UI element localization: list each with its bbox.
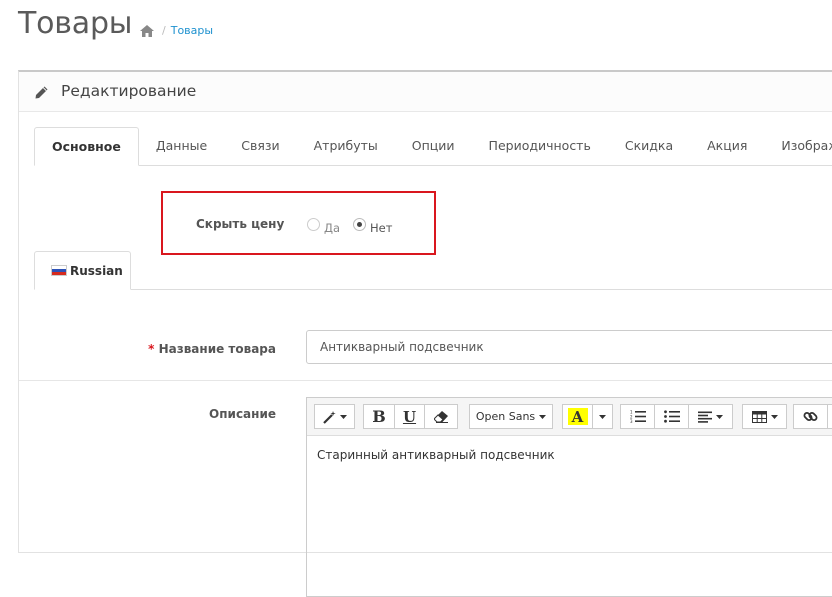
style-dropdown-button[interactable] [314,404,355,429]
panel-heading: Редактирование [19,72,832,112]
tab-discount[interactable]: Скидка [608,127,690,165]
chevron-down-icon [539,414,547,419]
clear-format-button[interactable] [424,404,458,429]
paragraph-align-dropdown[interactable] [688,404,733,429]
tab-special[interactable]: Акция [690,127,764,165]
language-tabs: Russian [34,251,832,290]
text-color-dropdown[interactable] [592,404,613,429]
tab-data[interactable]: Данные [139,127,224,165]
tab-general[interactable]: Основное [34,127,139,166]
hide-price-label: Скрыть цену [196,217,285,231]
form-divider [19,380,832,381]
tab-language-russian[interactable]: Russian [34,251,131,290]
unordered-list-button[interactable] [654,404,689,429]
font-family-dropdown[interactable]: Open Sans [469,404,553,429]
tab-recurring[interactable]: Периодичность [472,127,608,165]
page-header: Товары / Товары [0,0,832,60]
svg-text:3: 3 [630,419,633,423]
hide-price-yes-label: Да [324,221,341,235]
table-dropdown-button[interactable] [742,404,787,429]
table-icon [751,410,767,423]
breadcrumb-separator: / [162,24,166,37]
editor-toolbar: B U Open Sans A 1 2 3 [307,398,832,436]
chevron-down-icon [716,414,723,419]
link-icon [803,409,818,424]
align-left-icon [698,411,712,423]
description-editor: B U Open Sans A 1 2 3 Старинный антиквар… [306,397,832,597]
bold-button[interactable]: B [363,404,395,429]
description-label: Описание [209,407,276,421]
language-label: Russian [70,264,123,278]
product-name-label-text: Название товара [158,342,276,356]
text-color-letter: A [567,408,588,426]
tab-attributes[interactable]: Атрибуты [297,127,395,165]
tab-links[interactable]: Связи [224,127,296,165]
product-name-input[interactable]: Антикварный подсвечник [306,330,832,364]
hide-price-no-label: Нет [370,221,393,235]
chevron-down-icon [770,414,778,419]
page-title: Товары [18,6,133,41]
edit-panel: Редактирование Основное Данные Связи Атр… [18,70,832,597]
chevron-down-icon [339,414,347,419]
hide-price-yes-radio[interactable] [307,218,320,231]
ordered-list-button[interactable]: 123 [620,404,655,429]
text-color-button[interactable]: A [562,404,593,429]
pencil-icon [35,86,48,99]
more-tools-button[interactable] [827,404,832,429]
tab-images[interactable]: Изображения [764,127,832,165]
underline-button[interactable]: U [394,404,425,429]
font-family-value: Open Sans [475,410,536,423]
panel-title: Редактирование [61,82,197,100]
magic-wand-icon [322,410,337,424]
hide-price-no-radio[interactable] [353,218,366,231]
chevron-down-icon [599,414,606,419]
russia-flag-icon [51,265,67,276]
eraser-icon [433,410,449,423]
breadcrumb: / Товары [140,24,213,37]
home-icon[interactable] [140,24,154,37]
description-content[interactable]: Старинный антикварный подсвечник [317,448,555,462]
required-marker: * [148,342,155,356]
tab-options[interactable]: Опции [395,127,472,165]
product-name-label: * Название товара [19,342,276,356]
unordered-list-icon [663,410,680,423]
insert-link-button[interactable] [793,404,828,429]
ordered-list-icon: 123 [630,410,646,423]
product-tabs: Основное Данные Связи Атрибуты Опции Пер… [34,127,832,166]
breadcrumb-link-products[interactable]: Товары [171,24,213,37]
